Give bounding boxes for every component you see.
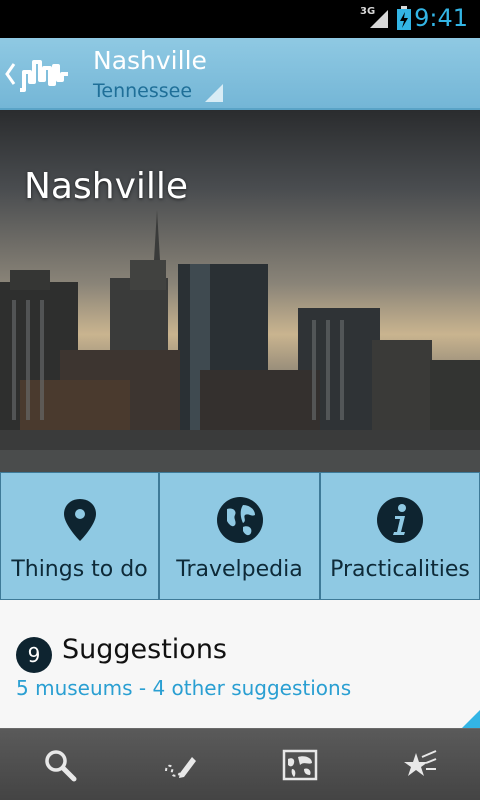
- category-practicalities[interactable]: Practicalities: [320, 472, 480, 600]
- search-icon: [45, 750, 77, 782]
- dropdown-triangle-icon[interactable]: [205, 84, 223, 102]
- page-title: Nashville: [93, 46, 207, 75]
- category-label: Things to do: [11, 557, 148, 582]
- app-logo-icon[interactable]: [18, 54, 70, 94]
- category-grid: Things to do Travelpedia Practicalities: [0, 472, 480, 600]
- map-icon: [282, 749, 318, 781]
- suggestions-panel[interactable]: 9 Suggestions 5 museums - 4 other sugges…: [0, 600, 480, 728]
- corner-indicator: [462, 710, 480, 728]
- info-icon: [377, 497, 423, 543]
- globe-icon: [216, 497, 263, 543]
- tab-search[interactable]: [0, 729, 120, 800]
- tab-notes[interactable]: [120, 729, 240, 800]
- suggestions-summary-link[interactable]: 5 museums - 4 other suggestions: [16, 676, 351, 700]
- category-label: Practicalities: [330, 557, 470, 582]
- clock: 9:41: [414, 4, 468, 32]
- category-label: Travelpedia: [176, 557, 303, 582]
- back-chevron-icon[interactable]: [4, 60, 16, 88]
- skyline-illustration: [0, 210, 480, 472]
- bottom-toolbar: [0, 728, 480, 800]
- hero-city-name: Nashville: [24, 166, 189, 207]
- action-bar: Nashville Tennessee: [0, 38, 480, 110]
- category-travelpedia[interactable]: Travelpedia: [159, 472, 320, 600]
- tab-map[interactable]: [240, 729, 360, 800]
- signal-icon: [370, 10, 388, 28]
- favorites-icon: [404, 750, 437, 776]
- pencil-icon: [165, 757, 196, 778]
- region-selector[interactable]: Tennessee: [93, 80, 192, 102]
- status-bar: 3G 9:41: [0, 0, 480, 38]
- suggestions-title: Suggestions: [62, 634, 227, 665]
- suggestions-count-badge: 9: [16, 637, 52, 673]
- city-hero-image: Nashville: [0, 110, 480, 472]
- battery-icon: [397, 6, 411, 30]
- tab-favorites[interactable]: [360, 729, 480, 800]
- category-things-to-do[interactable]: Things to do: [0, 472, 159, 600]
- map-pin-icon: [63, 499, 96, 541]
